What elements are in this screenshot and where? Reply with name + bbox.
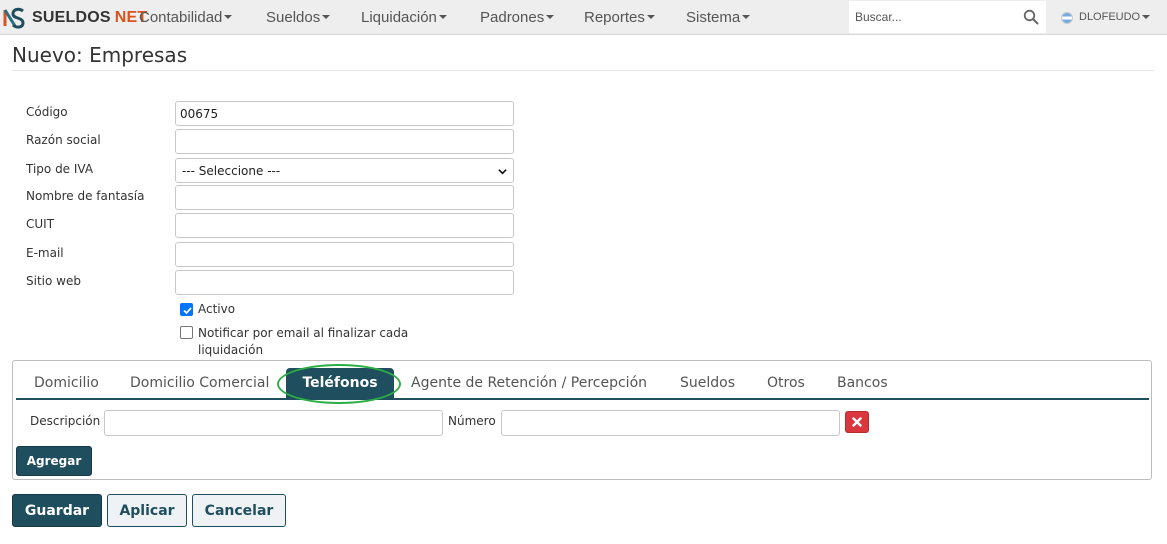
sitio-web-label: Sitio web (26, 274, 81, 288)
caret-down-icon (438, 15, 447, 20)
aplicar-button[interactable]: Aplicar (107, 494, 187, 527)
top-navbar: SUELDOS NET Contabilidad Sueldos Liquidac… (0, 0, 1167, 35)
guardar-button[interactable]: Guardar (12, 494, 102, 527)
delete-phone-button[interactable] (845, 411, 869, 433)
tab-agente-retencion[interactable]: Agente de Retención / Percepción (411, 368, 647, 398)
codigo-input[interactable] (175, 101, 514, 126)
title-divider (12, 70, 1154, 71)
notificar-row: Notificar por email al finalizar cada li… (180, 325, 408, 359)
brand-name: SUELDOS NET (32, 9, 147, 27)
caret-down-icon (224, 15, 233, 20)
brand-name-main: SUELDOS (32, 8, 111, 26)
cuit-label: CUIT (26, 217, 55, 231)
tab-otros[interactable]: Otros (767, 368, 805, 398)
caret-down-icon (322, 15, 331, 20)
descripcion-input[interactable] (104, 410, 443, 436)
tab-sueldos[interactable]: Sueldos (680, 368, 735, 398)
activo-checkbox[interactable] (180, 303, 193, 316)
menu-label: Contabilidad (139, 9, 223, 26)
notificar-label-line1: Notificar por email al finalizar cada (198, 326, 409, 340)
search-icon[interactable] (1023, 9, 1039, 25)
caret-down-icon (646, 15, 655, 20)
notificar-checkbox[interactable] (180, 326, 193, 339)
tipo-iva-selected: --- Seleccione --- (182, 163, 281, 178)
menu-padrones[interactable]: Padrones (480, 0, 555, 35)
caret-down-icon (1142, 14, 1151, 19)
razon-social-label: Razón social (26, 133, 101, 147)
nombre-fantasia-label: Nombre de fantasía (26, 189, 145, 203)
menu-label: Sistema (686, 9, 741, 26)
menu-sueldos[interactable]: Sueldos (266, 0, 331, 35)
codigo-label: Código (26, 105, 68, 119)
page-title: Nuevo: Empresas (12, 43, 188, 67)
menu-contabilidad[interactable]: Contabilidad (139, 0, 233, 35)
sitio-web-input[interactable] (175, 270, 514, 295)
notificar-label: Notificar por email al finalizar cada li… (198, 325, 408, 359)
tab-bancos[interactable]: Bancos (837, 368, 888, 398)
caret-down-icon (546, 15, 555, 20)
tipo-iva-label: Tipo de IVA (26, 162, 94, 176)
email-label: E-mail (26, 246, 64, 260)
close-icon (852, 417, 862, 427)
menu-sistema[interactable]: Sistema (686, 0, 751, 35)
numero-label: Número (448, 414, 496, 428)
search-box (849, 1, 1046, 33)
argentina-flag-icon (1061, 11, 1073, 24)
tipo-iva-select[interactable]: --- Seleccione --- (175, 158, 514, 183)
nombre-fantasia-input[interactable] (175, 185, 514, 210)
razon-social-input[interactable] (175, 129, 514, 154)
tab-telefonos[interactable]: Teléfonos (286, 368, 394, 398)
menu-label: Padrones (480, 9, 545, 26)
menu-label: Sueldos (266, 9, 321, 26)
notificar-label-line2: liquidación (198, 343, 264, 357)
tab-domicilio[interactable]: Domicilio (34, 368, 99, 398)
user-menu[interactable]: DLOFEUDO (1061, 0, 1151, 35)
check-icon (183, 307, 192, 315)
brand[interactable]: SUELDOS NET (0, 0, 147, 35)
activo-row: Activo (180, 302, 235, 316)
tab-bar-underline (16, 398, 1149, 400)
cuit-input[interactable] (175, 213, 514, 238)
cancelar-button[interactable]: Cancelar (192, 494, 286, 527)
caret-down-icon (742, 15, 751, 20)
chevron-down-icon (498, 169, 507, 175)
descripcion-label: Descripción (30, 414, 101, 428)
menu-reportes[interactable]: Reportes (584, 0, 655, 35)
menu-label: Reportes (584, 9, 645, 26)
user-name: DLOFEUDO (1079, 11, 1141, 23)
agregar-button[interactable]: Agregar (16, 446, 92, 476)
sueldos-net-logo-icon (3, 7, 25, 29)
activo-label: Activo (198, 302, 236, 316)
menu-label: Liquidación (361, 9, 437, 26)
tab-domicilio-comercial[interactable]: Domicilio Comercial (130, 368, 269, 398)
email-input[interactable] (175, 242, 514, 267)
menu-liquidacion[interactable]: Liquidación (361, 0, 447, 35)
search-input[interactable] (849, 1, 1019, 33)
numero-input[interactable] (501, 410, 840, 436)
